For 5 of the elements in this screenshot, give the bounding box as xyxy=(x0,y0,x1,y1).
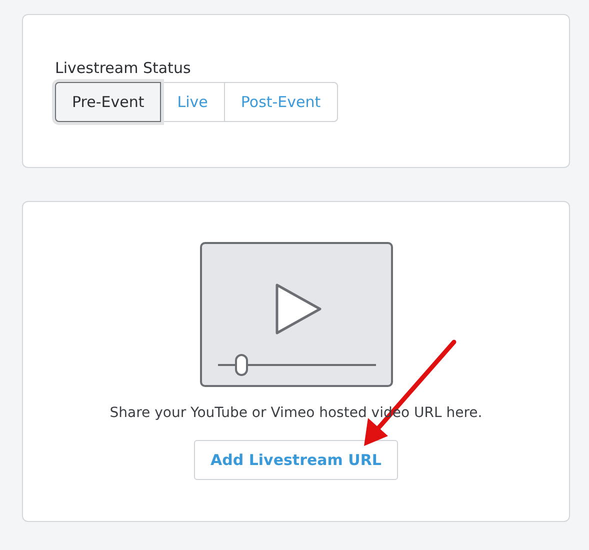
status-tab[interactable]: Pre-Event xyxy=(55,82,162,122)
status-label: Livestream Status xyxy=(55,59,192,77)
video-player-icon xyxy=(200,242,392,387)
status-tab[interactable]: Post-Event xyxy=(224,82,338,122)
add-url-button[interactable]: Add Livestream URL xyxy=(194,440,398,480)
